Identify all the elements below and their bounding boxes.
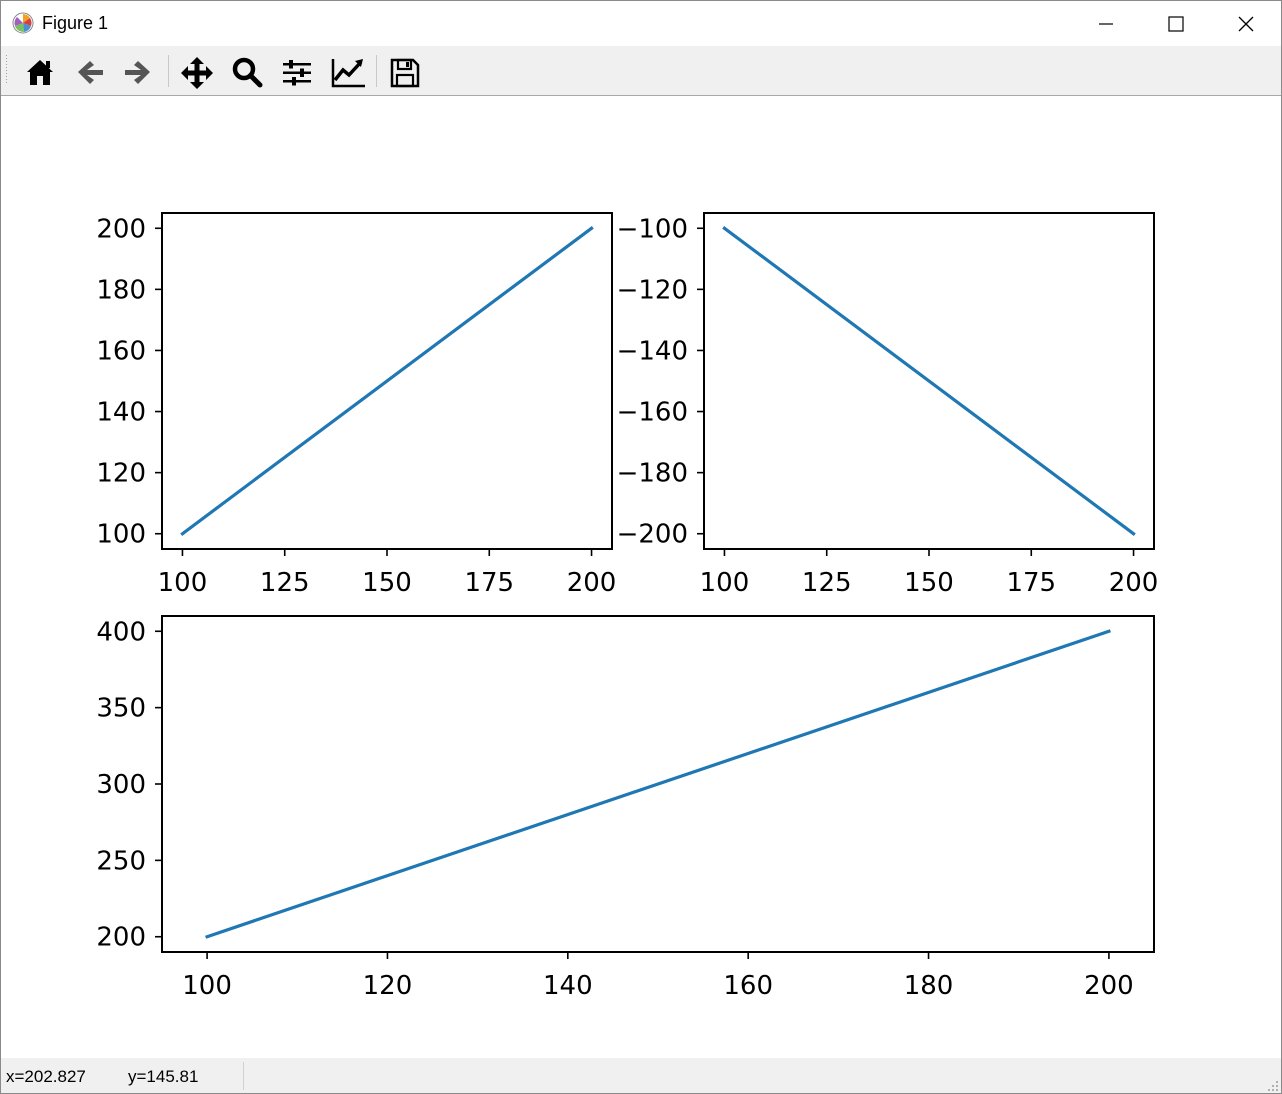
maximize-button[interactable]	[1141, 1, 1211, 46]
figure-canvas[interactable]: 100 125 150 175 200 100 120 140 160 180 200 100 125 1…	[1, 96, 1281, 1058]
home-icon	[27, 60, 53, 85]
close-icon	[1238, 16, 1254, 32]
x-tick-label: 175	[464, 568, 514, 598]
axes-1: 100 125 150 175 200 100 120 140 160 180 200	[96, 212, 617, 598]
configure-subplots-button[interactable]	[277, 53, 317, 91]
magnifier-icon	[232, 57, 263, 88]
figure-plot: 100 125 150 175 200100120140160180200100 125 1…	[96, 212, 1159, 1001]
y-tick-label: 100	[96, 520, 146, 550]
y-tick-label: 180	[96, 275, 146, 305]
y-tick-label: −120	[617, 275, 688, 305]
status-separator	[243, 1062, 244, 1090]
x-tick-label: 150	[904, 568, 954, 598]
matplotlib-logo-icon	[12, 12, 34, 34]
toolbar-grip[interactable]	[5, 53, 9, 87]
x-tick-label: 200	[567, 568, 617, 598]
maximize-icon	[1168, 16, 1184, 32]
y-tick-label: −200	[617, 520, 688, 550]
x-tick-label: 120	[363, 971, 413, 1001]
x-tick-label: 100	[182, 971, 232, 1001]
minimize-button[interactable]	[1071, 1, 1141, 46]
navigation-toolbar	[1, 46, 1281, 96]
x-tick-label: 100	[158, 568, 208, 598]
y-tick-label: 120	[96, 459, 146, 489]
x-tick-label: 200	[1084, 971, 1134, 1001]
axes-3: 100 120 140 160 180 200 200 250 300 350 400	[96, 615, 1155, 1001]
line-chart-icon	[331, 59, 365, 88]
close-button[interactable]	[1211, 1, 1281, 46]
y-tick-label: 350	[96, 694, 146, 724]
x-coordinate-readout: x=202.827	[6, 1067, 86, 1086]
x-tick-label: 175	[1006, 568, 1056, 598]
y-tick-label: −180	[617, 459, 688, 489]
y-tick-label: −100	[617, 214, 688, 244]
zoom-button[interactable]	[227, 53, 267, 91]
x-tick-label: 125	[802, 568, 852, 598]
arrow-right-icon	[125, 61, 150, 84]
y-tick-label: 140	[96, 398, 146, 428]
minimize-icon	[1099, 23, 1113, 25]
toolbar-separator	[168, 55, 169, 87]
resize-grip-icon[interactable]	[1265, 1077, 1279, 1091]
y-coordinate-readout: y=145.81	[128, 1067, 199, 1086]
window-title: Figure 1	[42, 13, 109, 33]
arrow-left-icon	[78, 61, 103, 84]
pan-button[interactable]	[177, 53, 217, 91]
y-tick-label: 400	[96, 617, 146, 647]
home-button[interactable]	[20, 53, 60, 91]
x-tick-label: 100	[700, 568, 750, 598]
x-tick-label: 150	[362, 568, 412, 598]
axes-2: 100 125 150 175 200 −100 −120 −140 −160 −180 −200	[617, 212, 1159, 598]
x-tick-label: 160	[723, 971, 773, 1001]
back-button[interactable]	[70, 53, 110, 91]
title-bar[interactable]: Figure 1	[1, 1, 1281, 46]
x-tick-label: 200	[1109, 568, 1159, 598]
forward-button[interactable]	[118, 53, 158, 91]
y-tick-label: 300	[96, 770, 146, 800]
edit-axis-button[interactable]	[327, 53, 367, 91]
floppy-disk-icon	[390, 58, 420, 88]
status-bar: x=202.827 y=145.81	[1, 1058, 1281, 1093]
toolbar-separator	[376, 55, 377, 87]
y-tick-label: −140	[617, 336, 688, 366]
x-tick-label: 180	[904, 971, 954, 1001]
move-arrows-icon	[181, 57, 213, 89]
figure-window: Figure 1 100 125 150 175 200 100 120 140…	[0, 0, 1282, 1094]
y-tick-label: −160	[617, 398, 688, 428]
sliders-icon	[283, 60, 311, 86]
y-tick-label: 160	[96, 336, 146, 366]
y-tick-label: 250	[96, 846, 146, 876]
x-tick-label: 140	[543, 971, 593, 1001]
y-tick-label: 200	[96, 923, 146, 953]
save-button[interactable]	[385, 53, 425, 91]
y-tick-label: 200	[96, 214, 146, 244]
x-tick-label: 125	[260, 568, 310, 598]
